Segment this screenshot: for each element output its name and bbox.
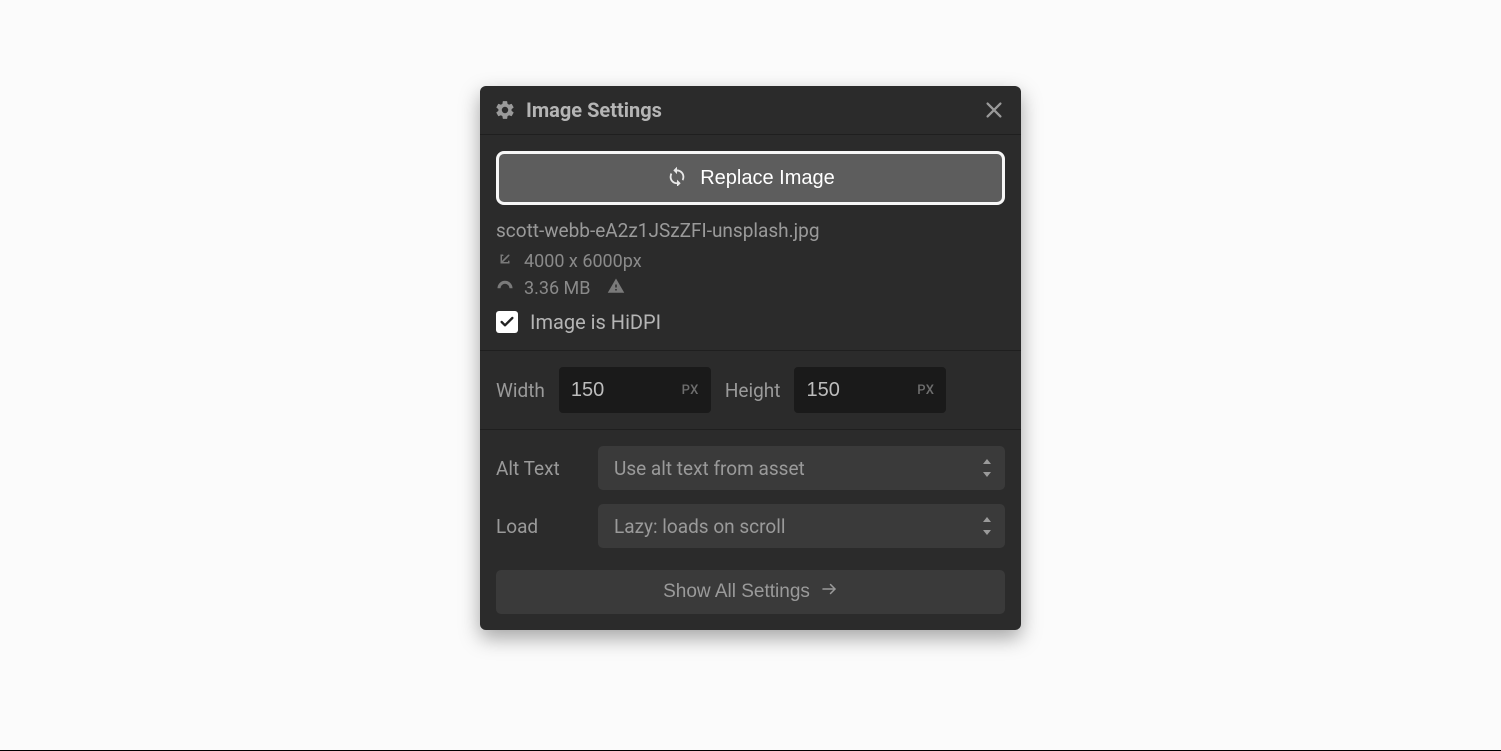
alt-text-label: Alt Text	[496, 457, 582, 480]
load-row: Load Lazy: loads on scroll	[496, 504, 1005, 548]
chevron-updown-icon	[981, 517, 993, 535]
hidpi-row: Image is HiDPI	[496, 310, 1005, 334]
load-value: Lazy: loads on scroll	[614, 515, 785, 538]
width-input[interactable]	[571, 379, 682, 402]
hidpi-label: Image is HiDPI	[530, 310, 661, 334]
options-section: Alt Text Use alt text from asset Load La…	[480, 430, 1021, 630]
gear-icon	[494, 99, 516, 121]
replace-section: Replace Image scott-webb-eA2z1JSzZFI-uns…	[480, 135, 1021, 351]
gauge-icon	[496, 277, 514, 300]
size-section: Width PX Height PX	[480, 351, 1021, 430]
chevron-updown-icon	[981, 459, 993, 477]
width-label: Width	[496, 379, 545, 402]
load-label: Load	[496, 515, 582, 538]
warning-icon	[607, 277, 625, 300]
height-input[interactable]	[806, 379, 917, 402]
height-label: Height	[725, 379, 781, 402]
load-select[interactable]: Lazy: loads on scroll	[598, 504, 1005, 548]
replace-image-button[interactable]: Replace Image	[496, 151, 1005, 205]
show-all-label: Show All Settings	[663, 581, 810, 603]
image-settings-panel: Image Settings Replace Image scott-webb-…	[480, 86, 1021, 630]
file-size-row: 3.36 MB	[496, 277, 1005, 300]
alt-text-row: Alt Text Use alt text from asset	[496, 446, 1005, 490]
height-input-wrapper: PX	[794, 367, 946, 413]
alt-text-select[interactable]: Use alt text from asset	[598, 446, 1005, 490]
dimensions-icon	[496, 250, 514, 273]
file-dimensions: 4000 x 6000px	[524, 251, 642, 272]
show-all-settings-button[interactable]: Show All Settings	[496, 570, 1005, 614]
replace-image-label: Replace Image	[700, 167, 835, 190]
width-input-wrapper: PX	[559, 367, 711, 413]
panel-title: Image Settings	[526, 98, 983, 122]
panel-header: Image Settings	[480, 86, 1021, 135]
file-size: 3.36 MB	[524, 278, 591, 299]
refresh-icon	[666, 164, 688, 192]
close-icon[interactable]	[983, 99, 1005, 121]
arrow-right-icon	[820, 580, 838, 604]
height-unit: PX	[917, 383, 934, 398]
file-name: scott-webb-eA2z1JSzZFI-unsplash.jpg	[496, 219, 1005, 242]
file-dimensions-row: 4000 x 6000px	[496, 250, 1005, 273]
file-info: scott-webb-eA2z1JSzZFI-unsplash.jpg 4000…	[496, 219, 1005, 334]
width-unit: PX	[682, 383, 699, 398]
hidpi-checkbox[interactable]	[496, 311, 518, 333]
alt-text-value: Use alt text from asset	[614, 457, 805, 480]
